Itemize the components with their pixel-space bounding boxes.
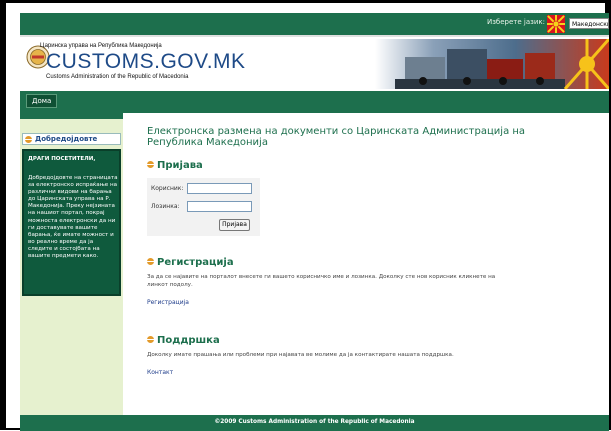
password-label: Лозинка: xyxy=(151,203,180,210)
language-label: Изберете јазик: xyxy=(486,18,545,26)
footer-copyright: ©2009 Customs Administration of the Repu… xyxy=(214,419,415,425)
login-section-heading: Пријава xyxy=(147,160,203,171)
support-text: Доколку имате прашања или проблеми при н… xyxy=(147,352,454,358)
login-heading-text: Пријава xyxy=(157,160,203,171)
window-frame: Изберете јазик: Македонски Царинска упра… xyxy=(0,0,611,431)
site-name[interactable]: CUSTOMS.GOV.MK xyxy=(46,50,246,74)
welcome-heading: ДРАГИ ПОСЕТИТЕЛИ, xyxy=(28,156,96,162)
site-header: Царинска управа на Република Македонија … xyxy=(20,35,609,91)
org-name-mk: Царинска управа на Република Македонија xyxy=(40,43,162,49)
username-label: Корисник: xyxy=(151,185,184,192)
register-heading-text: Регистрација xyxy=(157,257,234,268)
page: Изберете јазик: Македонски Царинска упра… xyxy=(20,13,609,431)
sidebar-title-text: Добредојдовте xyxy=(35,135,98,143)
page-title: Електронска размена на документи со Цари… xyxy=(147,126,526,148)
welcome-text: Добредојдовте на страницата за електронс… xyxy=(28,175,118,260)
sidebar-top-strip xyxy=(20,113,123,119)
section-bullet-icon xyxy=(147,257,154,265)
register-link[interactable]: Регистрација xyxy=(147,299,189,306)
sidebar-title: Добредојдовте xyxy=(22,133,121,145)
section-bullet-icon xyxy=(147,160,154,168)
header-photo xyxy=(375,39,609,89)
language-select[interactable]: Македонски xyxy=(569,18,609,29)
section-bullet-icon xyxy=(147,335,154,343)
contact-link[interactable]: Контакт xyxy=(147,369,173,376)
main-content: Електронска размена на документи со Цари… xyxy=(123,113,609,415)
login-form: Корисник: Лозинка: Пријава xyxy=(147,178,260,236)
footer: ©2009 Customs Administration of the Repu… xyxy=(20,415,609,431)
nav-bar: Дома xyxy=(20,91,609,109)
macedonian-sun-icon[interactable] xyxy=(547,15,565,33)
org-name-en: Customs Administration of the Republic o… xyxy=(46,74,189,80)
password-input[interactable] xyxy=(187,201,252,212)
section-bullet-icon xyxy=(25,136,32,143)
welcome-box: ДРАГИ ПОСЕТИТЕЛИ, Добредојдовте на стран… xyxy=(22,149,121,296)
sidebar: Добредојдовте ДРАГИ ПОСЕТИТЕЛИ, Добредој… xyxy=(20,113,123,415)
nav-home-link[interactable]: Дома xyxy=(26,94,58,108)
support-heading-text: Поддршка xyxy=(157,335,220,346)
login-button[interactable]: Пријава xyxy=(219,219,250,231)
support-section-heading: Поддршка xyxy=(147,335,220,346)
username-input[interactable] xyxy=(187,183,252,194)
register-text: За да се најавите на порталот внесете ги… xyxy=(147,274,496,288)
top-bar: Изберете јазик: Македонски xyxy=(20,13,609,35)
register-section-heading: Регистрација xyxy=(147,257,234,268)
